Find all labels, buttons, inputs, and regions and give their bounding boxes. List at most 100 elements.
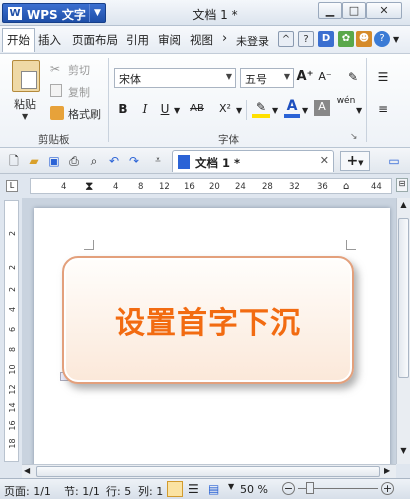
paste-icon[interactable] xyxy=(12,60,40,92)
zoom-out-button[interactable]: − xyxy=(282,482,295,495)
scroll-thumb[interactable] xyxy=(36,466,380,477)
format-painter-button[interactable]: 格式刷 xyxy=(68,106,101,122)
help-dropdown-icon[interactable]: ▼ xyxy=(393,35,399,44)
app-menu-button[interactable]: W WPS 文字 ▼ xyxy=(2,3,106,23)
close-tab-icon[interactable]: ✕ xyxy=(320,154,329,167)
horizontal-scrollbar[interactable]: ◀ ▶ xyxy=(22,464,396,478)
bold-button[interactable]: B xyxy=(114,100,132,118)
new-document-icon[interactable]: 🗋 xyxy=(6,153,22,169)
font-size-select[interactable]: 五号 ▼ xyxy=(240,68,294,88)
tab-stop-icon[interactable]: L xyxy=(6,180,18,192)
ruler-tick: 16 xyxy=(8,420,17,431)
scroll-thumb[interactable] xyxy=(398,218,409,378)
underline-dropdown-icon[interactable]: ▼ xyxy=(174,106,180,115)
document-icon xyxy=(178,155,190,169)
ruler-bar[interactable]: 4 ⧗ 4 8 12 16 20 24 28 32 36 ⌂ 44 xyxy=(30,178,392,194)
new-tab-button[interactable]: +▼ xyxy=(340,151,370,171)
tab-references[interactable]: 引用 xyxy=(126,32,149,48)
ruler-tick: 4 xyxy=(61,182,67,192)
vertical-ruler: 2 2 2 4 6 8 10 12 14 16 18 xyxy=(0,198,22,464)
tab-view[interactable]: 视图 xyxy=(190,32,213,48)
vertical-ruler-bar[interactable]: 2 2 2 4 6 8 10 12 14 16 18 xyxy=(4,200,19,462)
font-name-select[interactable]: 宋体 ▼ xyxy=(114,68,236,88)
crop-mark xyxy=(346,240,356,250)
highlight-dropdown-icon[interactable]: ▼ xyxy=(272,106,278,115)
undo-icon[interactable]: ↶ xyxy=(106,153,122,169)
ruler-toggle-icon[interactable]: ⊟ xyxy=(396,178,408,192)
outline-view-icon[interactable]: ☰ xyxy=(188,482,199,496)
copy-button[interactable]: 复制 xyxy=(68,84,90,100)
ruler-tick: 8 xyxy=(138,182,144,192)
right-indent-marker-icon[interactable]: ⌂ xyxy=(343,181,349,192)
tab-insert[interactable]: 插入 xyxy=(38,32,61,48)
plus-icon: + xyxy=(346,153,359,169)
view-dropdown-icon[interactable]: ▼ xyxy=(228,482,234,491)
zoom-in-button[interactable]: + xyxy=(381,482,394,495)
vertical-scrollbar[interactable]: ▲ ▼ xyxy=(396,198,410,464)
zoom-level[interactable]: 50 % xyxy=(240,483,268,496)
italic-button[interactable]: I xyxy=(136,100,154,118)
redo-icon[interactable]: ↷ xyxy=(126,153,142,169)
tab-home[interactable]: 开始 xyxy=(2,28,35,52)
font-color-icon[interactable]: A xyxy=(284,98,300,118)
chevron-down-icon[interactable]: ▼ xyxy=(226,72,232,81)
grow-font-button[interactable]: A⁺ xyxy=(296,68,314,86)
strikethrough-button[interactable]: AB xyxy=(186,100,208,118)
login-status[interactable]: 未登录 xyxy=(236,33,269,49)
document-tab[interactable]: 文档 1 * ✕ xyxy=(172,150,334,172)
ruler-tick: 36 xyxy=(317,182,328,192)
tab-review[interactable]: 审阅 xyxy=(158,32,181,48)
help-icon[interactable]: ? xyxy=(374,31,390,47)
font-dialog-launcher-icon[interactable]: ↘ xyxy=(350,132,358,142)
app-store-icon[interactable]: ✿ xyxy=(338,31,354,47)
print-icon[interactable]: ⎙ xyxy=(66,153,82,169)
page-indicator[interactable]: 页面: 1/1 xyxy=(4,483,51,499)
web-view-icon[interactable]: ▤ xyxy=(208,482,219,496)
maximize-button[interactable]: □ xyxy=(342,2,366,19)
superscript-button[interactable]: X² xyxy=(214,100,236,118)
minimize-button[interactable]: ▁ xyxy=(318,2,342,19)
paste-button[interactable]: 粘贴 xyxy=(14,96,36,112)
char-shading-icon[interactable]: A xyxy=(314,100,330,116)
collapse-icon[interactable]: ^ xyxy=(278,31,294,47)
docer-icon[interactable]: D xyxy=(318,31,334,47)
scroll-up-icon[interactable]: ▲ xyxy=(398,200,409,214)
superscript-dropdown-icon[interactable]: ▼ xyxy=(236,106,242,115)
clear-format-icon[interactable]: ✎ xyxy=(344,68,362,86)
chevron-down-icon[interactable]: ▼ xyxy=(284,72,290,81)
shrink-font-button[interactable]: A⁻ xyxy=(316,68,334,86)
page-view-icon[interactable] xyxy=(167,481,183,497)
scroll-down-icon[interactable]: ▼ xyxy=(398,446,409,460)
skin-icon[interactable]: ? xyxy=(298,31,314,47)
open-folder-icon[interactable]: ▰ xyxy=(26,153,42,169)
font-color-dropdown-icon[interactable]: ▼ xyxy=(302,106,308,115)
ruler-tick: 4 xyxy=(113,182,119,192)
underline-button[interactable]: U xyxy=(156,100,174,118)
highlight-icon[interactable]: ✎ xyxy=(252,100,270,118)
save-icon[interactable]: ▣ xyxy=(46,153,62,169)
user-icon[interactable]: ☻ xyxy=(356,31,372,47)
phonetic-guide-icon[interactable]: wén xyxy=(334,96,358,106)
indent-marker-icon[interactable]: ⧗ xyxy=(85,179,93,194)
phonetic-dropdown-icon[interactable]: ▼ xyxy=(356,106,362,115)
bullet-list-icon[interactable]: ☰ xyxy=(374,68,392,86)
document-tab-label: 文档 1 * xyxy=(195,156,241,170)
align-left-icon[interactable]: ≡ xyxy=(374,100,392,118)
scroll-left-icon[interactable]: ◀ xyxy=(24,466,30,475)
window-layout-icon[interactable]: ▭ xyxy=(386,153,402,169)
chevron-down-icon[interactable]: ▼ xyxy=(89,4,105,22)
print-preview-icon[interactable]: ⌕ xyxy=(86,153,102,169)
close-button[interactable]: ✕ xyxy=(366,2,402,19)
zoom-slider-thumb[interactable] xyxy=(306,482,314,494)
customize-toolbar-icon[interactable]: ⩡ xyxy=(150,153,166,169)
ruler-tick: 44 xyxy=(371,182,382,192)
cut-button[interactable]: 剪切 xyxy=(68,62,90,78)
shape-text[interactable]: 设置首字下沉 xyxy=(62,298,354,342)
title-bar: W WPS 文字 ▼ 文档 1 * ▁ □ ✕ xyxy=(0,0,410,26)
paste-dropdown-icon[interactable]: ▼ xyxy=(22,112,28,121)
tab-page-layout[interactable]: 页面布局 xyxy=(72,32,118,48)
scroll-right-icon[interactable]: ▶ xyxy=(384,466,390,475)
more-tabs-icon[interactable]: › xyxy=(222,31,227,46)
chevron-down-icon: ▼ xyxy=(358,159,364,167)
ruler-tick: 2 xyxy=(8,264,17,271)
